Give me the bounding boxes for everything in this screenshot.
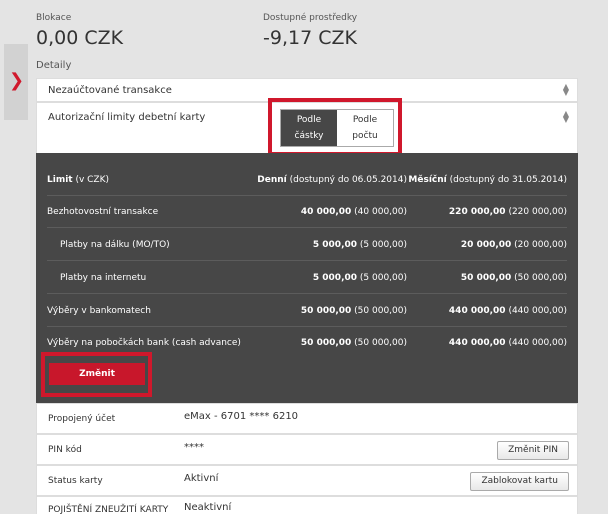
card-insurance-value: Neaktivní — [184, 502, 232, 513]
change-pin-button[interactable]: Změnit PIN — [497, 441, 569, 460]
card-status-label: Status karty — [48, 476, 103, 486]
details-heading: Detaily — [36, 60, 72, 71]
limit-label: Výběry v bankomatech — [47, 306, 151, 316]
linked-account-row: Propojený účet eMax - 6701 **** 6210 — [36, 403, 578, 434]
available-funds-value: -9,17 CZK — [263, 27, 357, 49]
pin-row: PIN kód **** Změnit PIN — [36, 434, 578, 465]
block-card-button[interactable]: Zablokovat kartu — [470, 472, 569, 491]
header-daily: Denní (dostupný do 06.05.2014) — [257, 175, 407, 185]
header-limit: Limit (v CZK) — [47, 175, 110, 185]
limits-header-row: Limit (v CZK) Denní (dostupný do 06.05.2… — [47, 164, 567, 196]
daily-limit: 50 000,00 (50 000,00) — [300, 306, 407, 316]
monthly-limit: 440 000,00 (440 000,00) — [448, 338, 567, 348]
daily-limit: 50 000,00 (50 000,00) — [300, 338, 407, 348]
linked-account-label: Propojený účet — [48, 414, 116, 424]
header-monthly: Měsíční (dostupný do 31.05.2014) — [408, 175, 567, 185]
pin-label: PIN kód — [48, 445, 82, 455]
limit-label: Platby na dálku (MO/TO) — [60, 240, 170, 250]
side-panel-toggle[interactable]: ❯ — [4, 44, 28, 120]
chevron-right-icon: ❯ — [9, 70, 25, 91]
linked-account-value: eMax - 6701 **** 6210 — [184, 411, 299, 422]
available-funds-label: Dostupné prostředky — [263, 13, 358, 23]
card-status-value: Aktivní — [184, 473, 219, 484]
highlight-toggle — [268, 98, 402, 156]
daily-limit: 5 000,00 (5 000,00) — [312, 240, 407, 250]
unbilled-transactions-label: Nezaúčtované transakce — [48, 85, 172, 96]
monthly-limit: 50 000,00 (50 000,00) — [460, 273, 567, 283]
card-status-row: Status karty Aktivní Zablokovat kartu — [36, 465, 578, 496]
daily-limit: 40 000,00 (40 000,00) — [300, 207, 407, 217]
sort-arrows-icon: ▲ ▼ — [562, 82, 569, 97]
highlight-change-button — [41, 352, 152, 397]
monthly-limit: 440 000,00 (440 000,00) — [448, 306, 567, 316]
table-row: Bezhotovostní transakce 40 000,00 (40 00… — [47, 196, 567, 228]
limit-label: Bezhotovostní transakce — [47, 207, 159, 217]
sort-arrows-icon: ▲ ▼ — [562, 109, 569, 124]
daily-limit: 5 000,00 (5 000,00) — [312, 273, 407, 283]
blokace-value: 0,00 CZK — [36, 27, 124, 49]
table-row: Výběry v bankomatech 50 000,00 (50 000,0… — [47, 295, 567, 327]
card-insurance-row: POJIŠTĚNÍ ZNEUŽITÍ KARTY Neaktivní — [36, 496, 578, 514]
monthly-limit: 20 000,00 (20 000,00) — [460, 240, 567, 250]
limit-label: Platby na internetu — [60, 273, 147, 283]
table-row: Platby na internetu 5 000,00 (5 000,00) … — [47, 262, 567, 294]
card-insurance-label: POJIŠTĚNÍ ZNEUŽITÍ KARTY — [48, 505, 169, 514]
auth-limits-label: Autorizační limity debetní karty — [48, 112, 206, 123]
table-row: Platby na dálku (MO/TO) 5 000,00 (5 000,… — [47, 229, 567, 261]
pin-value: **** — [184, 442, 204, 453]
monthly-limit: 220 000,00 (220 000,00) — [448, 207, 567, 217]
blokace-label: Blokace — [36, 13, 72, 23]
